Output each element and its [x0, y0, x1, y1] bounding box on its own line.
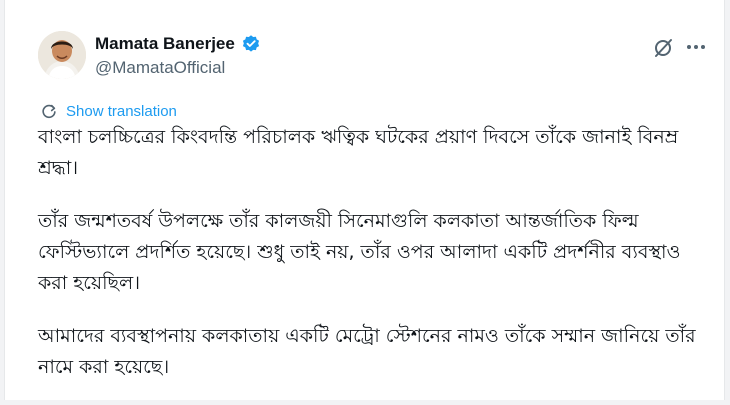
grok-icon[interactable] [651, 34, 677, 60]
profile-photo [38, 31, 86, 79]
tweet-text: বাংলা চলচ্চিত্রের কিংবদন্তি পরিচালক ঋত্ব… [38, 122, 703, 405]
tweet-paragraph-3: আমাদের ব্যবস্থাপনায় কলকাতায় একটি মেট্র… [38, 325, 696, 378]
tweet-paragraph-1: বাংলা চলচ্চিত্রের কিংবদন্তি পরিচালক ঋত্ব… [38, 126, 679, 179]
verified-badge-icon [241, 34, 261, 54]
show-translation-label: Show translation [66, 102, 177, 120]
avatar[interactable] [38, 31, 86, 79]
author-name[interactable]: Mamata Banerjee [95, 34, 235, 54]
more-dots-icon[interactable] [683, 34, 709, 60]
tweet-paragraph-2: তাঁর জন্মশতবর্ষ উপলক্ষে তাঁর কালজয়ী সিন… [38, 210, 681, 294]
show-translation-link[interactable]: Show translation [40, 102, 177, 120]
translate-icon [42, 104, 56, 119]
tweet-card: Mamata Banerjee @MamataOfficial Show tra… [4, 0, 725, 400]
author-handle[interactable]: @MamataOfficial [95, 58, 225, 78]
